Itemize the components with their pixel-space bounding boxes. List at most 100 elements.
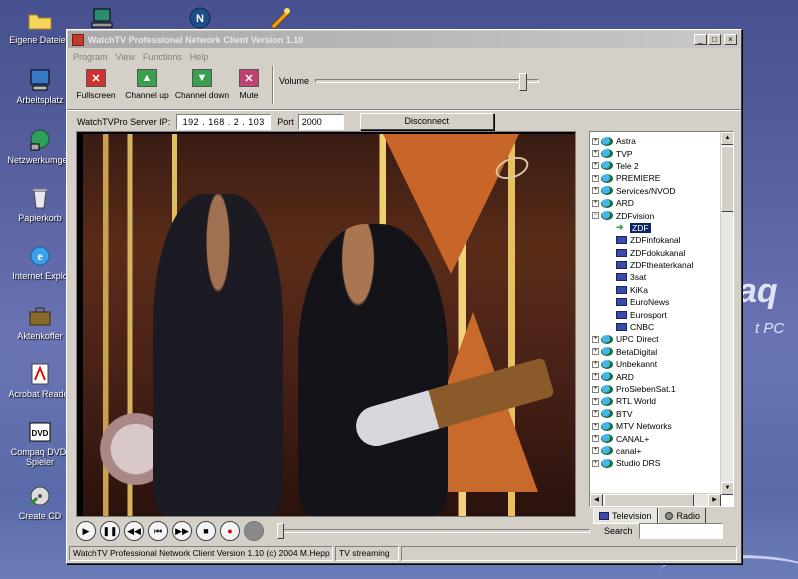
step-back-button[interactable]: ◀◀ — [124, 521, 144, 541]
expand-icon[interactable]: + — [592, 360, 599, 368]
menu-view[interactable]: View — [116, 52, 135, 62]
channel-tree-hscroll[interactable]: ◀ ▶ — [590, 493, 721, 506]
skip-back-button[interactable]: ⏮ — [148, 521, 168, 541]
tree-group[interactable]: + ARD — [592, 197, 718, 209]
expand-icon[interactable]: + — [592, 447, 599, 455]
record-button[interactable]: ● — [220, 521, 240, 541]
fullscreen-button[interactable]: ✕ Fullscreen — [71, 66, 121, 106]
tree-group[interactable]: + UPC Direct — [592, 333, 718, 345]
vscroll-thumb[interactable] — [721, 146, 733, 212]
tree-group[interactable]: + Services/NVOD — [592, 185, 718, 197]
maximize-button[interactable]: □ — [708, 34, 721, 45]
tree-group[interactable]: + TVP — [592, 147, 718, 159]
menu-program[interactable]: Program — [73, 52, 108, 62]
window-title: WatchTV Professional Network Client Vers… — [88, 34, 304, 45]
expand-icon[interactable]: + — [592, 348, 599, 356]
tv-icon — [616, 310, 627, 319]
tree-channel-label: ZDFinfokanal — [630, 235, 681, 246]
tree-group-label: Tele 2 — [616, 160, 639, 171]
pause-button[interactable]: ❚❚ — [100, 521, 120, 541]
tree-group[interactable]: + BTV — [592, 408, 718, 420]
collapse-icon[interactable]: − — [592, 212, 599, 220]
tree-group[interactable]: + MTV Networks — [592, 420, 718, 432]
tree-channel[interactable]: KiKa — [592, 284, 718, 296]
scroll-up-icon[interactable]: ▲ — [721, 132, 733, 145]
expand-icon[interactable]: + — [592, 459, 599, 467]
tree-channel[interactable]: CNBC — [592, 321, 718, 333]
volume-slider[interactable] — [315, 73, 540, 91]
scroll-down-icon[interactable]: ▼ — [721, 482, 733, 495]
tree-group[interactable]: + Studio DRS — [592, 457, 718, 469]
tree-channel[interactable]: 3sat — [592, 271, 718, 283]
expand-icon[interactable]: + — [592, 162, 599, 170]
tree-group[interactable]: + RTL World — [592, 395, 718, 407]
status-streaming: TV streaming — [335, 546, 399, 561]
tree-group[interactable]: + BetaDigital — [592, 346, 718, 358]
expand-icon[interactable]: + — [592, 385, 599, 393]
expand-icon[interactable]: + — [592, 335, 599, 343]
tree-group[interactable]: + canal+ — [592, 445, 718, 457]
scroll-right-icon[interactable]: ▶ — [708, 494, 721, 506]
step-forward-button[interactable]: ▶▶ — [172, 521, 192, 541]
tv-icon — [616, 298, 627, 307]
volume-slider-thumb[interactable] — [519, 73, 528, 91]
channel-up-button[interactable]: ▲ Channel up — [122, 66, 172, 106]
minimize-button[interactable]: _ — [694, 34, 707, 45]
tree-group[interactable]: + ProSiebenSat.1 — [592, 383, 718, 395]
search-input[interactable] — [638, 523, 723, 539]
menu-help[interactable]: Help — [190, 52, 209, 62]
expand-icon[interactable]: + — [592, 150, 599, 158]
tree-channel-selected[interactable]: ➔ ZDF — [592, 222, 718, 234]
arrow-down-icon: ▼ — [192, 69, 212, 87]
satellite-icon — [601, 396, 613, 406]
title-bar[interactable]: WatchTV Professional Network Client Vers… — [68, 31, 740, 48]
dvd-icon: DVD — [29, 422, 51, 442]
seek-slider-thumb[interactable] — [277, 523, 284, 539]
step-back-icon: ◀◀ — [127, 525, 141, 536]
scroll-left-icon[interactable]: ◀ — [590, 494, 603, 506]
hscroll-thumb[interactable] — [604, 494, 694, 506]
tree-group[interactable]: + ARD — [592, 370, 718, 382]
tree-group[interactable]: + PREMIERE — [592, 172, 718, 184]
tree-channel-label: CNBC — [630, 322, 655, 333]
expand-icon[interactable]: + — [592, 187, 599, 195]
stop-button[interactable]: ■ — [196, 521, 216, 541]
network-icon — [30, 129, 50, 151]
svg-text:N: N — [196, 13, 204, 25]
satellite-icon — [601, 446, 613, 456]
create-cd-icon — [29, 486, 50, 506]
expand-icon[interactable]: + — [592, 137, 599, 145]
desktop-icon-label: Aktenkoffer — [17, 331, 63, 341]
expand-icon[interactable]: + — [592, 174, 599, 182]
satellite-icon — [601, 409, 613, 419]
expand-icon[interactable]: + — [592, 422, 599, 430]
tree-group[interactable]: + Astra — [592, 135, 718, 147]
mute-button[interactable]: ✕ Mute — [232, 66, 266, 106]
tree-group[interactable]: + Tele 2 — [592, 160, 718, 172]
channel-down-button[interactable]: ▼ Channel down — [173, 66, 231, 106]
expand-icon[interactable]: + — [592, 373, 599, 381]
disconnect-button[interactable]: Disconnect — [359, 113, 494, 130]
tree-channel[interactable]: ZDFtheaterkanal — [592, 259, 718, 271]
tree-group-expanded[interactable]: − ZDFvision — [592, 209, 718, 221]
tree-group-label: Astra — [616, 136, 636, 147]
tree-channel[interactable]: EuroNews — [592, 296, 718, 308]
video-area[interactable] — [76, 131, 576, 517]
channel-tree-vscroll[interactable]: ▲ ▼ — [720, 132, 733, 495]
tree-group[interactable]: + CANAL+ — [592, 432, 718, 444]
server-ip-field[interactable]: 192 . 168 . 2 . 103 — [176, 113, 272, 130]
expand-icon[interactable]: + — [592, 410, 599, 418]
menu-functions[interactable]: Functions — [143, 52, 182, 62]
tree-channel[interactable]: ZDFdokukanal — [592, 247, 718, 259]
expand-icon[interactable]: + — [592, 435, 599, 443]
tree-group-label: MTV Networks — [616, 421, 672, 432]
tree-channel[interactable]: Eurosport — [592, 308, 718, 320]
tree-group[interactable]: + Unbekannt — [592, 358, 718, 370]
close-button[interactable]: × — [724, 34, 737, 45]
tree-channel[interactable]: ZDFinfokanal — [592, 234, 718, 246]
seek-slider[interactable] — [277, 523, 590, 539]
port-field[interactable]: 2000 — [297, 113, 344, 130]
expand-icon[interactable]: + — [592, 397, 599, 405]
expand-icon[interactable]: + — [592, 199, 599, 207]
play-button[interactable]: ▶ — [76, 521, 96, 541]
